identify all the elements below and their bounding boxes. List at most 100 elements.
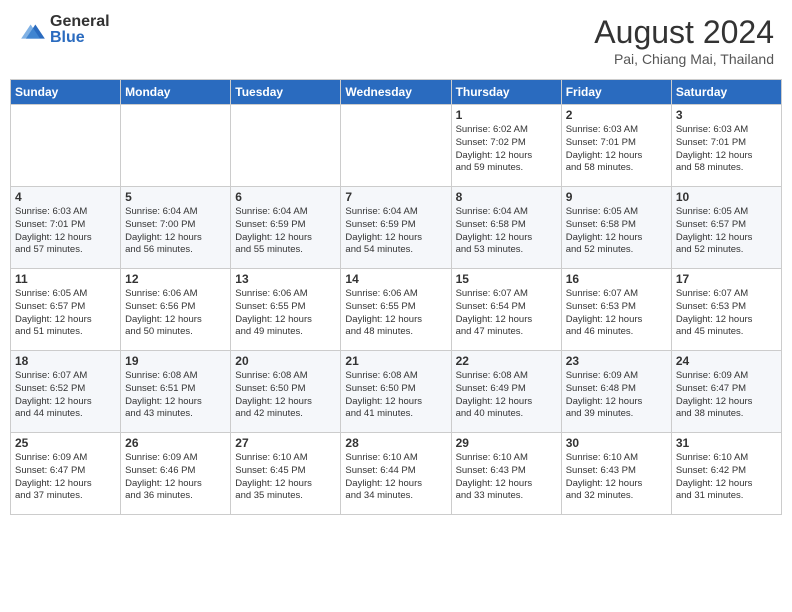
calendar-cell: 14 Sunrise: 6:06 AMSunset: 6:55 PMDayligh… [341,269,451,351]
logo: General Blue [18,14,110,46]
cell-info: Sunrise: 6:07 AMSunset: 6:54 PMDaylight:… [456,288,557,339]
calendar-cell: 10 Sunrise: 6:05 AMSunset: 6:57 PMDayligh… [671,187,781,269]
calendar-cell: 24Sunrise: 6:09 AMSunset: 6:47 PMDayligh… [671,351,781,433]
logo-blue-text: Blue [50,30,110,46]
calendar-cell: 28 Sunrise: 6:10 AMSunset: 6:44 PMDayligh… [341,433,451,515]
calendar-cell: 13Sunrise: 6:06 AMSunset: 6:55 PMDayligh… [231,269,341,351]
calendar-cell: 18 Sunrise: 6:07 AMSunset: 6:52 PMDayligh… [11,351,121,433]
day-number: 15 [456,272,557,286]
cell-info: Sunrise: 6:10 AMSunset: 6:43 PMDaylight:… [566,452,667,503]
cell-info: Sunrise: 6:08 AMSunset: 6:50 PMDaylight:… [235,370,336,421]
cell-info: Sunrise: 6:10 AMSunset: 6:43 PMDaylight:… [456,452,557,503]
calendar-cell: 30 Sunrise: 6:10 AMSunset: 6:43 PMDayligh… [561,433,671,515]
day-number: 26 [125,436,226,450]
cell-info: Sunrise: 6:05 AMSunset: 6:57 PMDaylight:… [676,206,777,257]
cell-info: Sunrise: 6:08 AMSunset: 6:50 PMDaylight:… [345,370,446,421]
calendar-cell: 15 Sunrise: 6:07 AMSunset: 6:54 PMDayligh… [451,269,561,351]
day-number: 9 [566,190,667,204]
calendar-cell [231,105,341,187]
cell-info: Sunrise: 6:05 AMSunset: 6:57 PMDaylight:… [15,288,116,339]
cell-info: Sunrise: 6:06 AMSunset: 6:55 PMDaylight:… [345,288,446,339]
day-number: 10 [676,190,777,204]
calendar-cell: 6 Sunrise: 6:04 AMSunset: 6:59 PMDaylight… [231,187,341,269]
day-number: 28 [345,436,446,450]
calendar-cell: 1 Sunrise: 6:02 AMSunset: 7:02 PMDaylight… [451,105,561,187]
cell-info: Sunrise: 6:10 AMSunset: 6:44 PMDaylight:… [345,452,446,503]
calendar-week-row: 1 Sunrise: 6:02 AMSunset: 7:02 PMDaylight… [11,105,782,187]
calendar-cell: 20 Sunrise: 6:08 AMSunset: 6:50 PMDayligh… [231,351,341,433]
day-number: 18 [15,354,116,368]
header-thursday: Thursday [451,80,561,105]
day-number: 2 [566,108,667,122]
calendar-table: Sunday Monday Tuesday Wednesday Thursday… [10,79,782,515]
calendar-week-row: 25 Sunrise: 6:09 AMSunset: 6:47 PMDayligh… [11,433,782,515]
day-number: 5 [125,190,226,204]
day-number: 17 [676,272,777,286]
calendar-cell: 25 Sunrise: 6:09 AMSunset: 6:47 PMDayligh… [11,433,121,515]
calendar-cell: 23Sunrise: 6:09 AMSunset: 6:48 PMDayligh… [561,351,671,433]
cell-info: Sunrise: 6:09 AMSunset: 6:47 PMDaylight:… [676,370,777,421]
header-tuesday: Tuesday [231,80,341,105]
day-number: 14 [345,272,446,286]
cell-info: Sunrise: 6:07 AMSunset: 6:53 PMDaylight:… [566,288,667,339]
day-number: 11 [15,272,116,286]
cell-info: Sunrise: 6:08 AMSunset: 6:49 PMDaylight:… [456,370,557,421]
cell-info: Sunrise: 6:07 AMSunset: 6:53 PMDaylight:… [676,288,777,339]
day-number: 16 [566,272,667,286]
calendar-cell: 27 Sunrise: 6:10 AMSunset: 6:45 PMDayligh… [231,433,341,515]
calendar-week-row: 18 Sunrise: 6:07 AMSunset: 6:52 PMDayligh… [11,351,782,433]
day-number: 3 [676,108,777,122]
cell-info: Sunrise: 6:09 AMSunset: 6:46 PMDaylight:… [125,452,226,503]
header-monday: Monday [121,80,231,105]
cell-info: Sunrise: 6:04 AMSunset: 6:58 PMDaylight:… [456,206,557,257]
calendar-cell: 26 Sunrise: 6:09 AMSunset: 6:46 PMDayligh… [121,433,231,515]
cell-info: Sunrise: 6:04 AMSunset: 6:59 PMDaylight:… [345,206,446,257]
day-number: 8 [456,190,557,204]
calendar-cell: 16 Sunrise: 6:07 AMSunset: 6:53 PMDayligh… [561,269,671,351]
day-number: 25 [15,436,116,450]
day-number: 23 [566,354,667,368]
day-number: 4 [15,190,116,204]
day-number: 31 [676,436,777,450]
calendar-cell: 7Sunrise: 6:04 AMSunset: 6:59 PMDaylight… [341,187,451,269]
calendar-cell: 4 Sunrise: 6:03 AMSunset: 7:01 PMDaylight… [11,187,121,269]
calendar-week-row: 4 Sunrise: 6:03 AMSunset: 7:01 PMDaylight… [11,187,782,269]
calendar-cell: 22Sunrise: 6:08 AMSunset: 6:49 PMDayligh… [451,351,561,433]
day-number: 27 [235,436,336,450]
calendar-cell: 3Sunrise: 6:03 AMSunset: 7:01 PMDaylight… [671,105,781,187]
cell-info: Sunrise: 6:07 AMSunset: 6:52 PMDaylight:… [15,370,116,421]
day-number: 29 [456,436,557,450]
day-number: 21 [345,354,446,368]
day-number: 1 [456,108,557,122]
cell-info: Sunrise: 6:02 AMSunset: 7:02 PMDaylight:… [456,124,557,175]
calendar-cell: 19Sunrise: 6:08 AMSunset: 6:51 PMDayligh… [121,351,231,433]
calendar-cell: 12Sunrise: 6:06 AMSunset: 6:56 PMDayligh… [121,269,231,351]
day-number: 19 [125,354,226,368]
cell-info: Sunrise: 6:05 AMSunset: 6:58 PMDaylight:… [566,206,667,257]
cell-info: Sunrise: 6:04 AMSunset: 6:59 PMDaylight:… [235,206,336,257]
day-number: 20 [235,354,336,368]
day-number: 6 [235,190,336,204]
calendar-cell: 17 Sunrise: 6:07 AMSunset: 6:53 PMDayligh… [671,269,781,351]
calendar-week-row: 11 Sunrise: 6:05 AMSunset: 6:57 PMDayligh… [11,269,782,351]
calendar-cell: 31 Sunrise: 6:10 AMSunset: 6:42 PMDayligh… [671,433,781,515]
header-wednesday: Wednesday [341,80,451,105]
cell-info: Sunrise: 6:06 AMSunset: 6:55 PMDaylight:… [235,288,336,339]
day-number: 30 [566,436,667,450]
cell-info: Sunrise: 6:10 AMSunset: 6:45 PMDaylight:… [235,452,336,503]
cell-info: Sunrise: 6:03 AMSunset: 7:01 PMDaylight:… [15,206,116,257]
calendar-cell: 5 Sunrise: 6:04 AMSunset: 7:00 PMDaylight… [121,187,231,269]
calendar-cell [11,105,121,187]
logo-icon [18,16,48,44]
cell-info: Sunrise: 6:04 AMSunset: 7:00 PMDaylight:… [125,206,226,257]
header-saturday: Saturday [671,80,781,105]
page-header: General Blue August 2024 Pai, Chiang Mai… [10,10,782,71]
cell-info: Sunrise: 6:06 AMSunset: 6:56 PMDaylight:… [125,288,226,339]
title-block: August 2024 Pai, Chiang Mai, Thailand [594,14,774,67]
cell-info: Sunrise: 6:10 AMSunset: 6:42 PMDaylight:… [676,452,777,503]
cell-info: Sunrise: 6:09 AMSunset: 6:47 PMDaylight:… [15,452,116,503]
calendar-cell: 2Sunrise: 6:03 AMSunset: 7:01 PMDaylight… [561,105,671,187]
month-year-title: August 2024 [594,14,774,51]
location-subtitle: Pai, Chiang Mai, Thailand [594,51,774,67]
calendar-cell: 9 Sunrise: 6:05 AMSunset: 6:58 PMDaylight… [561,187,671,269]
